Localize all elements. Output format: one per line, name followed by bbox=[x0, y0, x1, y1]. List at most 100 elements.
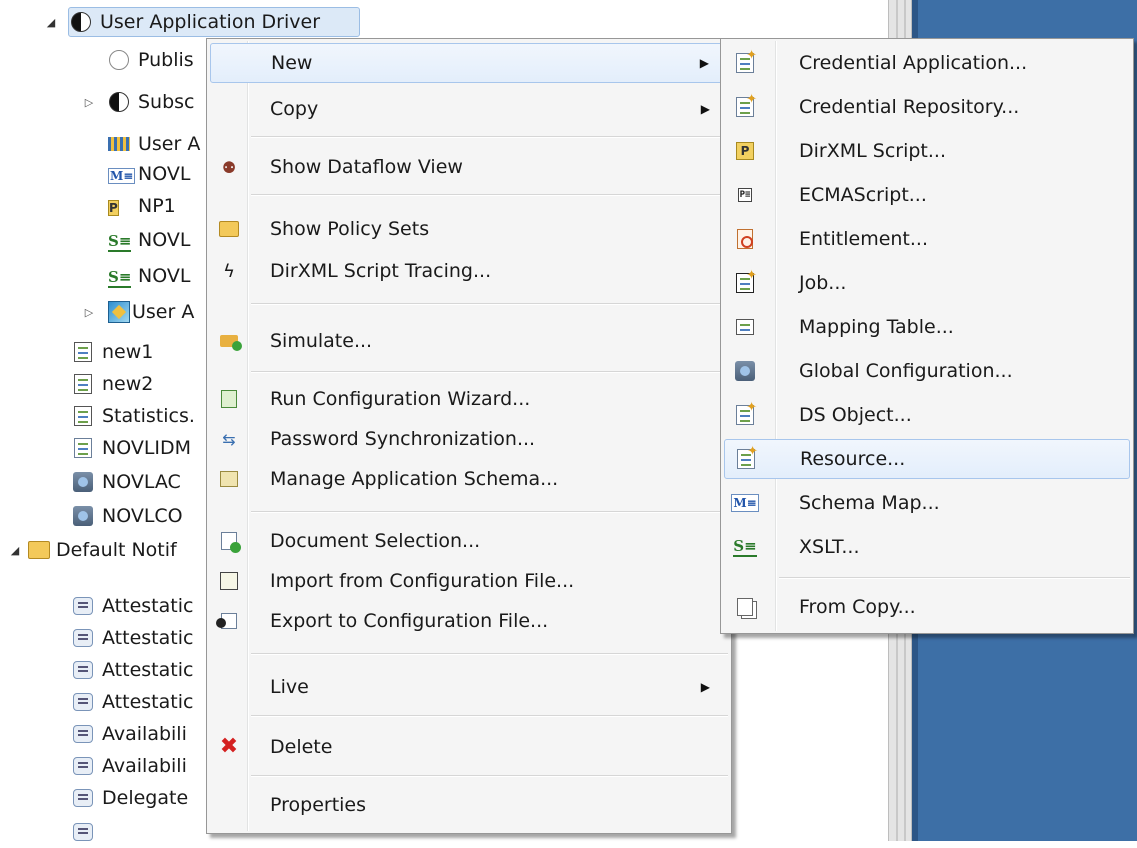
new-submenu: ✦ Credential Application... ✦ Credential… bbox=[720, 38, 1134, 634]
submenu-item-resource[interactable]: ✦ Resource... bbox=[724, 439, 1130, 479]
submenu-item-mapping-table[interactable]: Mapping Table... bbox=[724, 307, 1130, 347]
tree-node-label: Attestatic bbox=[102, 691, 194, 713]
tree-node-user-application-driver[interactable]: ◢ User Application Driver bbox=[44, 6, 320, 38]
tree-node-new2[interactable]: new2 bbox=[72, 368, 153, 400]
submenu-item-xslt[interactable]: S≡ XSLT... bbox=[724, 527, 1130, 567]
policy-icon: P bbox=[108, 200, 119, 216]
menu-item-show-dataflow-view[interactable]: ⚉ Show Dataflow View bbox=[210, 147, 728, 187]
submenu-item-from-copy[interactable]: From Copy... bbox=[724, 587, 1130, 627]
tree-node-notification[interactable]: Attestatic bbox=[72, 622, 193, 654]
user-app-icon bbox=[108, 301, 130, 323]
tree-node-label: NOVL bbox=[138, 265, 191, 287]
menu-item-run-configuration-wizard[interactable]: Run Configuration Wizard... bbox=[210, 379, 728, 419]
job-icon: ✦ bbox=[734, 269, 757, 294]
collapse-arrow-icon[interactable]: ◢ bbox=[44, 16, 58, 29]
submenu-item-credential-application[interactable]: ✦ Credential Application... bbox=[724, 43, 1130, 83]
tree-node-label: NOVLAC bbox=[102, 471, 181, 493]
global-configuration-icon bbox=[734, 360, 756, 382]
menu-item-simulate[interactable]: Simulate... bbox=[210, 321, 728, 361]
submenu-item-global-configuration[interactable]: Global Configuration... bbox=[724, 351, 1130, 391]
tree-node-user-app[interactable]: ▷ User A bbox=[82, 296, 194, 328]
driver-config-icon bbox=[108, 133, 130, 155]
submenu-item-schema-map[interactable]: M≡ Schema Map... bbox=[724, 483, 1130, 523]
menu-item-import-from-configuration-file[interactable]: Import from Configuration File... bbox=[210, 561, 728, 601]
tree-node-new1[interactable]: new1 bbox=[72, 336, 153, 368]
submenu-arrow-icon: ▶ bbox=[699, 56, 709, 70]
tree-node-global-config-1[interactable]: NOVLAC bbox=[72, 466, 181, 498]
global-config-icon bbox=[72, 505, 94, 527]
menu-item-new[interactable]: New ▶ bbox=[210, 43, 728, 83]
tree-node-statistics[interactable]: Statistics. bbox=[72, 400, 195, 432]
submenu-item-ecmascript[interactable]: P≡ ECMAScript... bbox=[724, 175, 1130, 215]
menu-item-manage-application-schema[interactable]: Manage Application Schema... bbox=[210, 459, 728, 499]
ecmascript-icon: P≡ bbox=[737, 188, 753, 202]
job-icon bbox=[72, 373, 94, 395]
expand-arrow-icon[interactable]: ▷ bbox=[82, 306, 96, 319]
menu-separator bbox=[251, 194, 728, 196]
notification-template-icon bbox=[72, 723, 94, 745]
menu-item-password-synchronization[interactable]: ⇆ Password Synchronization... bbox=[210, 419, 728, 459]
copy-icon bbox=[734, 596, 756, 618]
menu-item-label: Simulate... bbox=[270, 330, 373, 352]
menu-item-export-to-configuration-file[interactable]: Export to Configuration File... bbox=[210, 601, 728, 641]
delete-icon: ✖ bbox=[219, 734, 239, 759]
schema-edit-icon bbox=[218, 468, 240, 490]
menu-separator bbox=[251, 303, 728, 305]
menu-separator bbox=[251, 371, 728, 373]
dirxml-script-icon: P bbox=[734, 140, 756, 162]
driver-yin-yang-icon bbox=[70, 11, 92, 33]
tree-node-subscriber[interactable]: ▷ Subsc bbox=[82, 86, 195, 118]
menu-item-label: Run Configuration Wizard... bbox=[270, 388, 531, 410]
tree-node-notification[interactable]: Attestatic bbox=[72, 654, 193, 686]
tree-node-notification[interactable]: Availabili bbox=[72, 750, 187, 782]
expand-arrow-icon[interactable]: ▷ bbox=[82, 96, 96, 109]
menu-item-label: Manage Application Schema... bbox=[270, 468, 559, 490]
password-sync-icon: ⇆ bbox=[222, 429, 236, 449]
menu-item-label: Import from Configuration File... bbox=[270, 570, 575, 592]
menu-item-document-selection[interactable]: Document Selection... bbox=[210, 521, 728, 561]
tree-node-publisher[interactable]: Publis bbox=[108, 44, 194, 76]
menu-item-label: Show Policy Sets bbox=[270, 218, 430, 240]
tree-node-global-config-2[interactable]: NOVLCO bbox=[72, 500, 183, 532]
submenu-item-dirxml-script[interactable]: P DirXML Script... bbox=[724, 131, 1130, 171]
submenu-item-entitlement[interactable]: Entitlement... bbox=[724, 219, 1130, 259]
tree-node-np1[interactable]: P NP1 bbox=[108, 190, 176, 222]
menu-item-copy[interactable]: Copy ▶ bbox=[210, 89, 728, 129]
tree-node-notification-partial[interactable] bbox=[72, 816, 102, 848]
xslt-icon: S≡ bbox=[108, 268, 132, 288]
menu-item-properties[interactable]: Properties bbox=[210, 785, 728, 825]
publisher-icon bbox=[108, 49, 130, 71]
menu-item-label: Password Synchronization... bbox=[270, 428, 536, 450]
menu-item-label: Export to Configuration File... bbox=[270, 610, 549, 632]
job-icon bbox=[72, 341, 94, 363]
mapping-table-icon bbox=[734, 316, 756, 338]
tree-node-schema-map[interactable]: M≡ NOVL bbox=[108, 158, 190, 190]
tree-node-resource[interactable]: NOVLIDM bbox=[72, 432, 191, 464]
policy-sets-icon bbox=[218, 218, 240, 240]
tree-node-label: NP1 bbox=[138, 195, 176, 217]
notification-template-icon bbox=[72, 821, 94, 843]
submenu-item-ds-object[interactable]: ✦ DS Object... bbox=[724, 395, 1130, 435]
tree-node-default-notification[interactable]: ◢ Default Notif bbox=[8, 534, 177, 566]
menu-item-dirxml-script-tracing[interactable]: ϟ DirXML Script Tracing... bbox=[210, 251, 728, 291]
submenu-item-job[interactable]: ✦ Job... bbox=[724, 263, 1130, 303]
tree-node-xslt-2[interactable]: S≡ NOVL bbox=[108, 260, 190, 292]
collapse-arrow-icon[interactable]: ◢ bbox=[8, 544, 22, 557]
tree-node-xslt-1[interactable]: S≡ NOVL bbox=[108, 224, 190, 256]
xslt-icon: S≡ bbox=[108, 232, 132, 252]
menu-item-show-policy-sets[interactable]: Show Policy Sets bbox=[210, 209, 728, 249]
menu-item-label: Schema Map... bbox=[799, 492, 940, 514]
menu-item-label: Copy bbox=[270, 98, 319, 120]
resource-icon: ✦ bbox=[735, 445, 758, 470]
submenu-item-credential-repository[interactable]: ✦ Credential Repository... bbox=[724, 87, 1130, 127]
job-icon bbox=[72, 405, 94, 427]
simulate-icon bbox=[218, 330, 242, 352]
tree-node-notification[interactable]: Attestatic bbox=[72, 686, 193, 718]
tree-node-notification[interactable]: Delegate bbox=[72, 782, 188, 814]
menu-item-label: New bbox=[271, 52, 313, 74]
tree-node-driver-config[interactable]: User A bbox=[108, 128, 200, 160]
menu-item-live[interactable]: Live ▶ bbox=[210, 667, 728, 707]
menu-item-delete[interactable]: ✖ Delete bbox=[210, 727, 728, 767]
tree-node-notification[interactable]: Availabili bbox=[72, 718, 187, 750]
tree-node-notification[interactable]: Attestatic bbox=[72, 590, 193, 622]
